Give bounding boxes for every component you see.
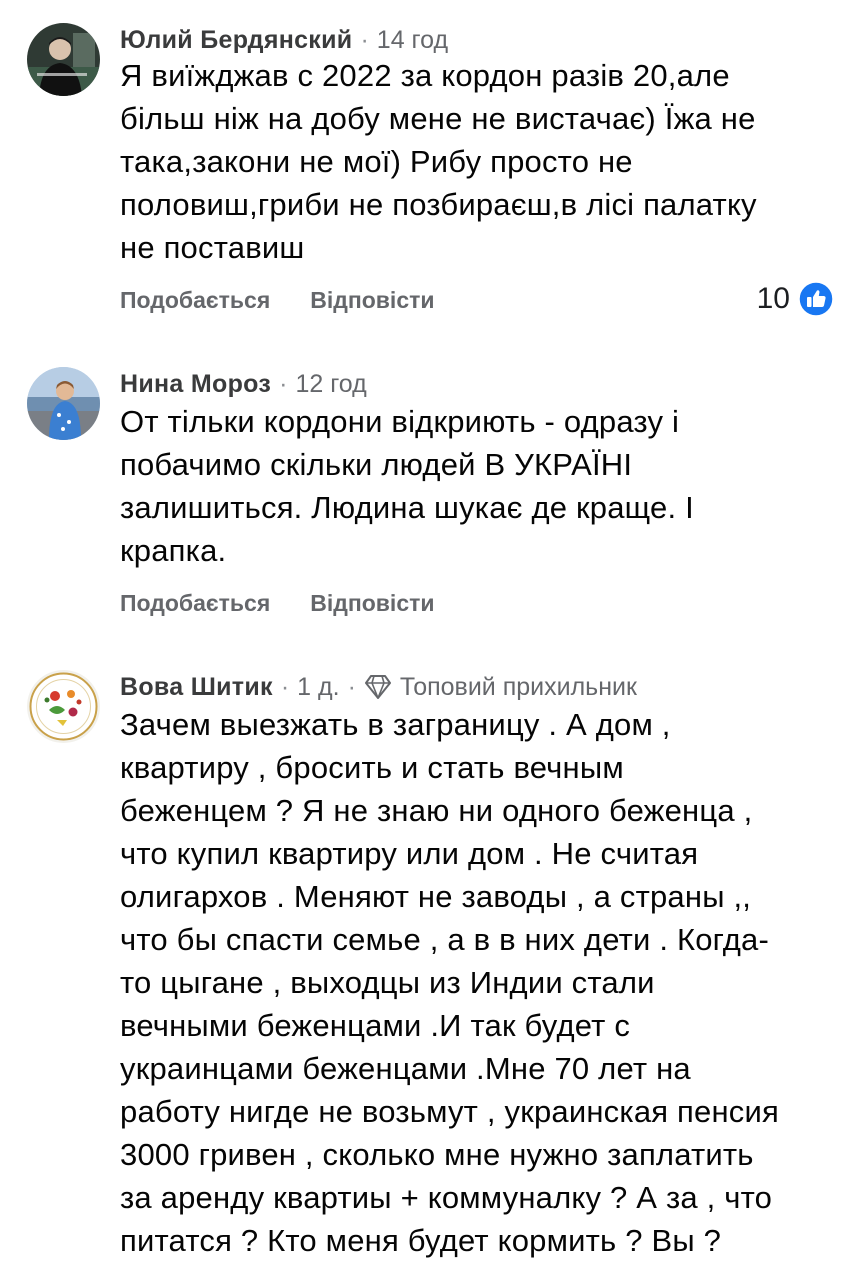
- comment-actions: Подобається Відповісти: [120, 285, 475, 315]
- comment-meta: Юлий Бердянский · 14 год: [120, 23, 448, 57]
- meta-separator: ·: [347, 672, 356, 701]
- meta-separator: ·: [280, 672, 290, 701]
- comment-meta: Вова Шитик · 1 д. · Топовий прихильник: [120, 670, 637, 704]
- avatar[interactable]: [27, 23, 100, 96]
- comment-meta: Нина Мороз · 12 год: [120, 367, 367, 401]
- comment-timestamp[interactable]: 14 год: [377, 26, 448, 55]
- reply-button[interactable]: Відповісти: [310, 287, 434, 314]
- badge-label: Топовий прихильник: [399, 672, 637, 701]
- comment-timestamp[interactable]: 12 год: [295, 370, 366, 399]
- comment-text: Я виїжджав с 2022 за кордон разів 20,але…: [120, 58, 757, 265]
- avatar-image: [27, 670, 100, 743]
- reply-button[interactable]: Відповісти: [310, 590, 434, 617]
- author-name[interactable]: Юлий Бердянский: [120, 26, 352, 55]
- avatar-image: [27, 23, 100, 96]
- comment-timestamp[interactable]: 1 д.: [297, 673, 339, 702]
- avatar[interactable]: [27, 367, 100, 440]
- author-name[interactable]: Вова Шитик: [120, 673, 273, 702]
- diamond-icon: [364, 675, 391, 699]
- meta-separator: ·: [279, 369, 288, 398]
- reaction-summary[interactable]: 10: [757, 279, 834, 319]
- top-fan-badge: Топовий прихильник: [364, 673, 637, 702]
- avatar[interactable]: [27, 670, 100, 743]
- author-name[interactable]: Нина Мороз: [120, 370, 271, 399]
- like-thumb-icon: [798, 281, 834, 317]
- like-button[interactable]: Подобається: [120, 287, 270, 314]
- reaction-count: 10: [756, 282, 790, 315]
- comment-text: От тільки кордони відкриють - одразу і п…: [120, 404, 694, 568]
- comment-actions: Подобається Відповісти: [120, 588, 475, 618]
- like-button[interactable]: Подобається: [120, 590, 270, 617]
- meta-separator: ·: [360, 25, 369, 54]
- comment-text: Зачем выезжать в заграницу . А дом , ква…: [120, 707, 780, 1258]
- avatar-image: [27, 367, 100, 440]
